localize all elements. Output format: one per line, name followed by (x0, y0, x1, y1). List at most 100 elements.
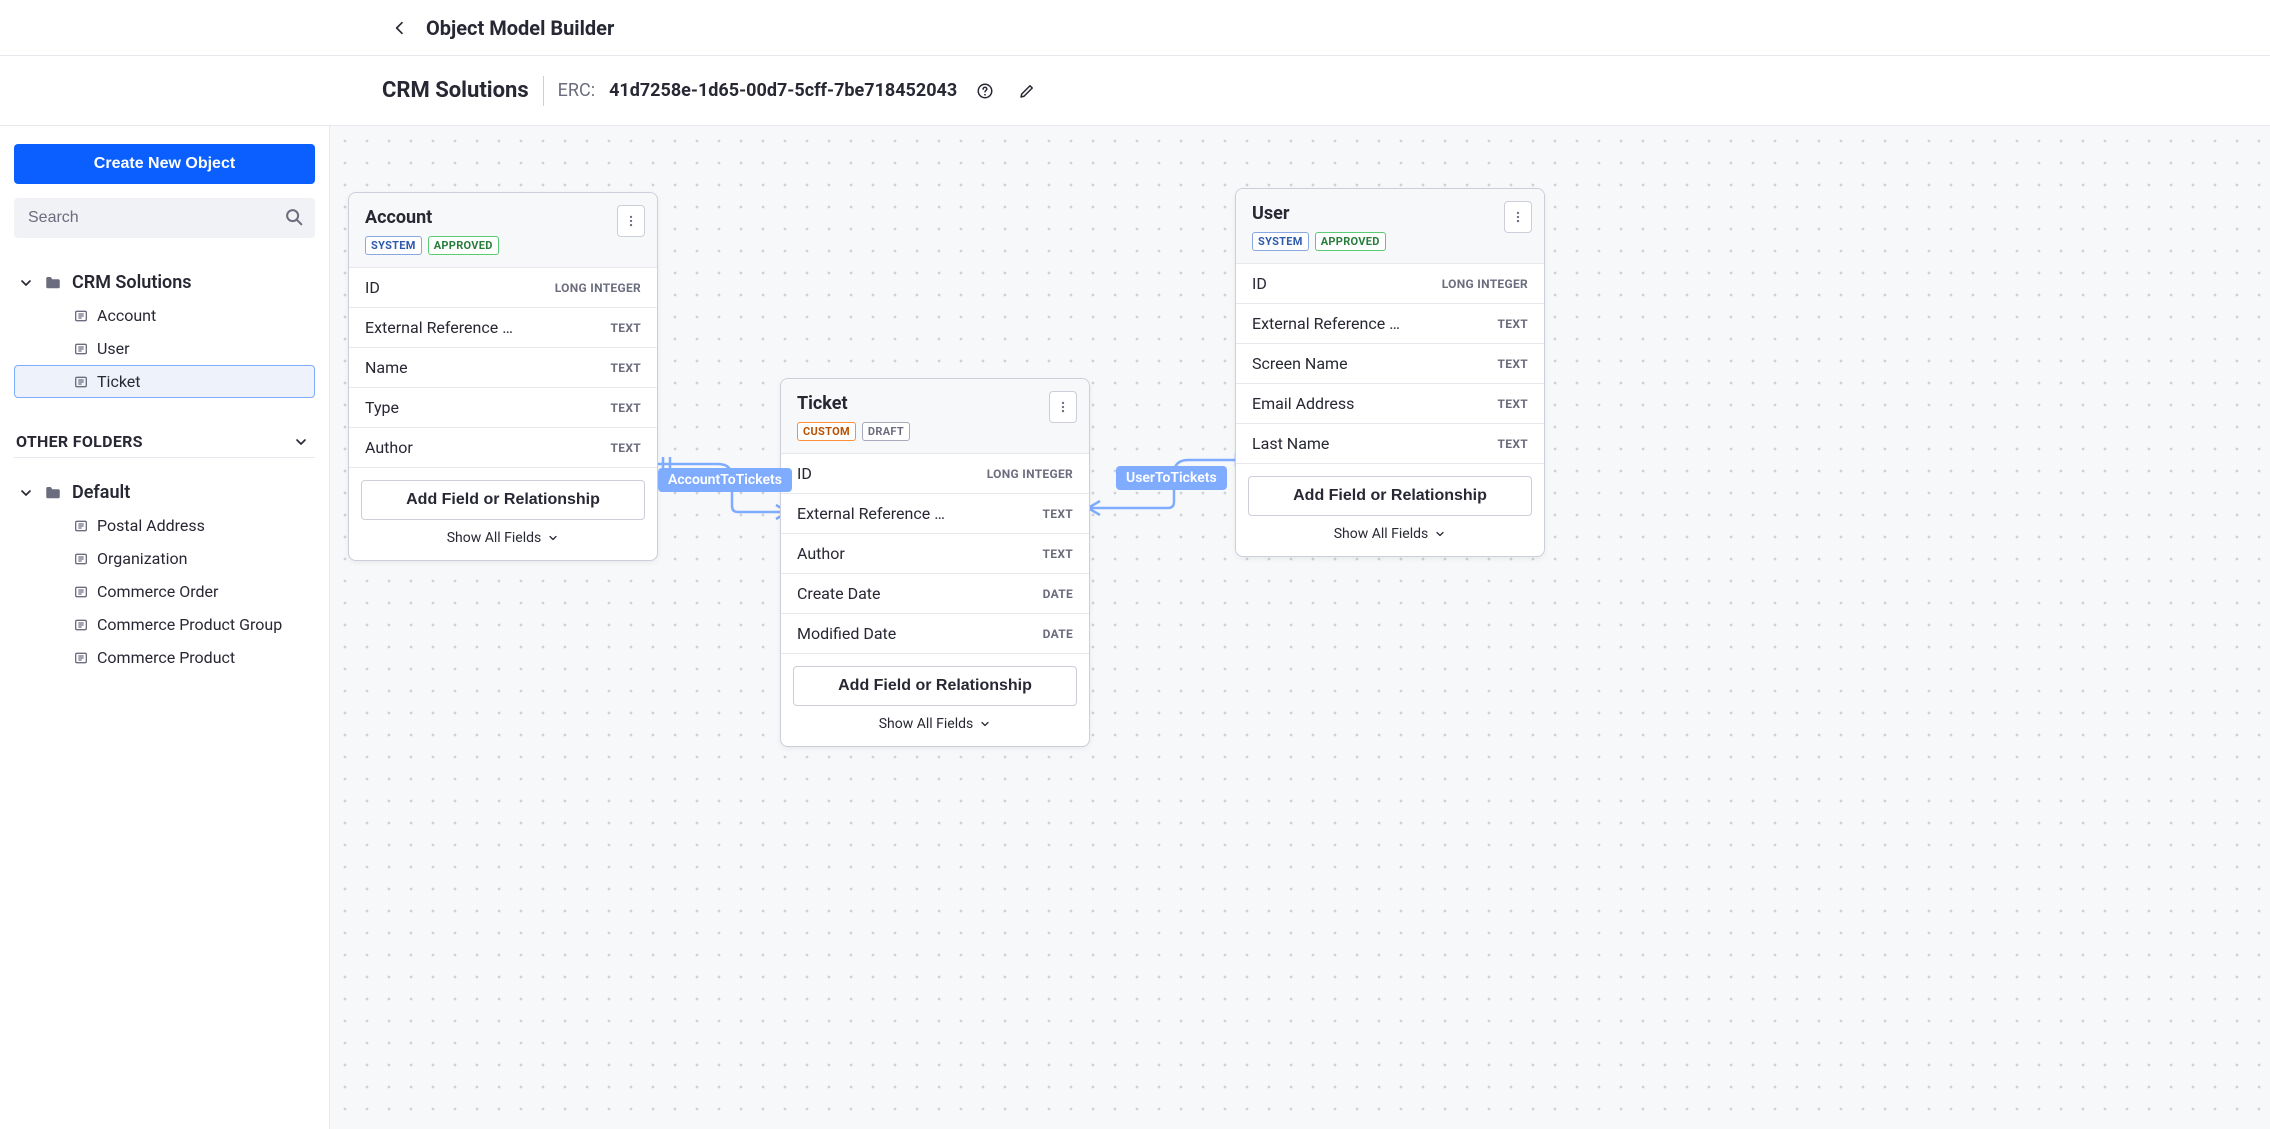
object-icon (73, 341, 89, 357)
badge-custom: CUSTOM (797, 422, 856, 441)
model-canvas[interactable]: Account SYSTEM APPROVED ID LONG INTEGER E… (330, 126, 2270, 1129)
card-badges: CUSTOM DRAFT (797, 422, 1073, 441)
folder-header-crm[interactable]: CRM Solutions (14, 266, 315, 299)
tree-item-ticket[interactable]: Ticket (14, 365, 315, 398)
field-name: ID (365, 278, 380, 297)
help-button[interactable] (971, 77, 999, 105)
field-type: TEXT (1043, 547, 1073, 561)
folder-label: CRM Solutions (72, 272, 192, 293)
relationship-label-account-tickets[interactable]: AccountToTickets (658, 468, 792, 492)
tree-item-commerce-order[interactable]: Commerce Order (14, 575, 315, 608)
field-name: Create Date (797, 584, 880, 603)
field-name: Last Name (1252, 434, 1329, 453)
card-menu-button[interactable] (1504, 201, 1532, 233)
show-all-fields-toggle[interactable]: Show All Fields (1334, 526, 1447, 542)
sidebar: Create New Object CRM Solutions Account (0, 126, 330, 1129)
field-row[interactable]: AuthorTEXT (349, 428, 657, 468)
chevron-down-icon (547, 532, 559, 544)
project-name: CRM Solutions (382, 78, 529, 103)
tree-item-label: User (97, 339, 130, 358)
object-card-account[interactable]: Account SYSTEM APPROVED ID LONG INTEGER E… (348, 192, 658, 561)
field-row[interactable]: Create DateDATE (781, 574, 1089, 614)
other-folders-label: OTHER FOLDERS (16, 432, 143, 451)
field-row[interactable]: Type TEXT (349, 388, 657, 428)
card-footer: Add Field or Relationship Show All Field… (1236, 464, 1544, 556)
badge-approved: APPROVED (1315, 232, 1386, 251)
add-field-button[interactable]: Add Field or Relationship (361, 480, 645, 520)
field-name: External Reference … (797, 504, 945, 523)
help-circle-icon (976, 82, 994, 100)
other-folders-toggle[interactable]: OTHER FOLDERS (14, 426, 315, 458)
field-row[interactable]: ID LONG INTEGER (349, 268, 657, 308)
show-all-fields-toggle[interactable]: Show All Fields (447, 530, 560, 546)
chevron-down-icon (18, 485, 34, 501)
card-header: Account SYSTEM APPROVED (349, 193, 657, 268)
field-row[interactable]: IDLONG INTEGER (1236, 264, 1544, 304)
field-row[interactable]: External Reference …TEXT (349, 308, 657, 348)
create-new-object-button[interactable]: Create New Object (14, 144, 315, 184)
badge-system: SYSTEM (365, 236, 422, 255)
relationship-label-user-tickets[interactable]: UserToTickets (1116, 466, 1227, 490)
pencil-icon (1018, 82, 1036, 100)
field-row[interactable]: AuthorTEXT (781, 534, 1089, 574)
field-row[interactable]: Email AddressTEXT (1236, 384, 1544, 424)
dots-vertical-icon (624, 213, 638, 229)
field-row[interactable]: External Reference … TEXT (1236, 304, 1544, 344)
field-type: LONG INTEGER (555, 281, 641, 295)
add-field-button[interactable]: Add Field or Relationship (793, 666, 1077, 706)
edit-button[interactable] (1013, 77, 1041, 105)
field-type: TEXT (611, 401, 641, 415)
tree-default-folder: Default Postal Address Organization Comm… (14, 476, 315, 674)
field-type: LONG INTEGER (1442, 277, 1528, 291)
folder-header-default[interactable]: Default (14, 476, 315, 509)
object-card-user[interactable]: User SYSTEM APPROVED IDLONG INTEGER Exte… (1235, 188, 1545, 557)
badge-system: SYSTEM (1252, 232, 1309, 251)
show-all-label: Show All Fields (1334, 526, 1429, 542)
field-row[interactable]: Screen Name TEXT (1236, 344, 1544, 384)
folder-items: Account User Ticket (14, 299, 315, 398)
card-fields: IDLONG INTEGER External Reference …TEXT … (349, 268, 657, 468)
erc-value: 41d7258e-1d65-00d7-5cff-7be718452043 (609, 80, 957, 101)
card-title: Account (365, 207, 641, 228)
tree-item-label: Commerce Product (97, 648, 235, 667)
field-row[interactable]: External Reference …TEXT (781, 494, 1089, 534)
field-row[interactable]: Last NameTEXT (1236, 424, 1544, 464)
tree-primary-folder: CRM Solutions Account User Ticket (14, 266, 315, 398)
tree-item-commerce-product[interactable]: Commerce Product (14, 641, 315, 674)
field-type: TEXT (1498, 317, 1528, 331)
add-field-button[interactable]: Add Field or Relationship (1248, 476, 1532, 516)
search-box (14, 198, 315, 238)
tree-item-organization[interactable]: Organization (14, 542, 315, 575)
field-type: TEXT (1498, 397, 1528, 411)
search-input[interactable] (14, 198, 315, 238)
sub-header: CRM Solutions ERC: 41d7258e-1d65-00d7-5c… (0, 56, 2270, 126)
chevron-down-icon (18, 275, 34, 291)
tree-item-user[interactable]: User (14, 332, 315, 365)
field-type: TEXT (1498, 357, 1528, 371)
tree-item-account[interactable]: Account (14, 299, 315, 332)
field-name: Type (365, 398, 399, 417)
field-row[interactable]: Modified DateDATE (781, 614, 1089, 654)
card-menu-button[interactable] (1049, 391, 1077, 423)
tree-item-commerce-product-group[interactable]: Commerce Product Group (14, 608, 315, 641)
dots-vertical-icon (1511, 209, 1525, 225)
field-row[interactable]: IDLONG INTEGER (781, 454, 1089, 494)
card-menu-button[interactable] (617, 205, 645, 237)
tree-item-postal-address[interactable]: Postal Address (14, 509, 315, 542)
card-footer: Add Field or Relationship Show All Field… (349, 468, 657, 560)
erc-label: ERC: (558, 80, 595, 101)
back-button[interactable] (384, 12, 416, 44)
field-row[interactable]: NameTEXT (349, 348, 657, 388)
object-icon (73, 308, 89, 324)
page-title: Object Model Builder (426, 16, 614, 40)
tree-item-label: Ticket (97, 372, 140, 391)
card-fields: IDLONG INTEGER External Reference …TEXT … (1236, 264, 1544, 464)
card-title: User (1252, 203, 1528, 224)
chevron-down-icon (1434, 528, 1446, 540)
object-card-ticket[interactable]: Ticket CUSTOM DRAFT IDLONG INTEGER Exter… (780, 378, 1090, 747)
field-name: Screen Name (1252, 354, 1348, 373)
object-icon (73, 650, 89, 666)
show-all-fields-toggle[interactable]: Show All Fields (879, 716, 992, 732)
field-name: External Reference … (1252, 314, 1400, 333)
chevron-down-icon (979, 718, 991, 730)
